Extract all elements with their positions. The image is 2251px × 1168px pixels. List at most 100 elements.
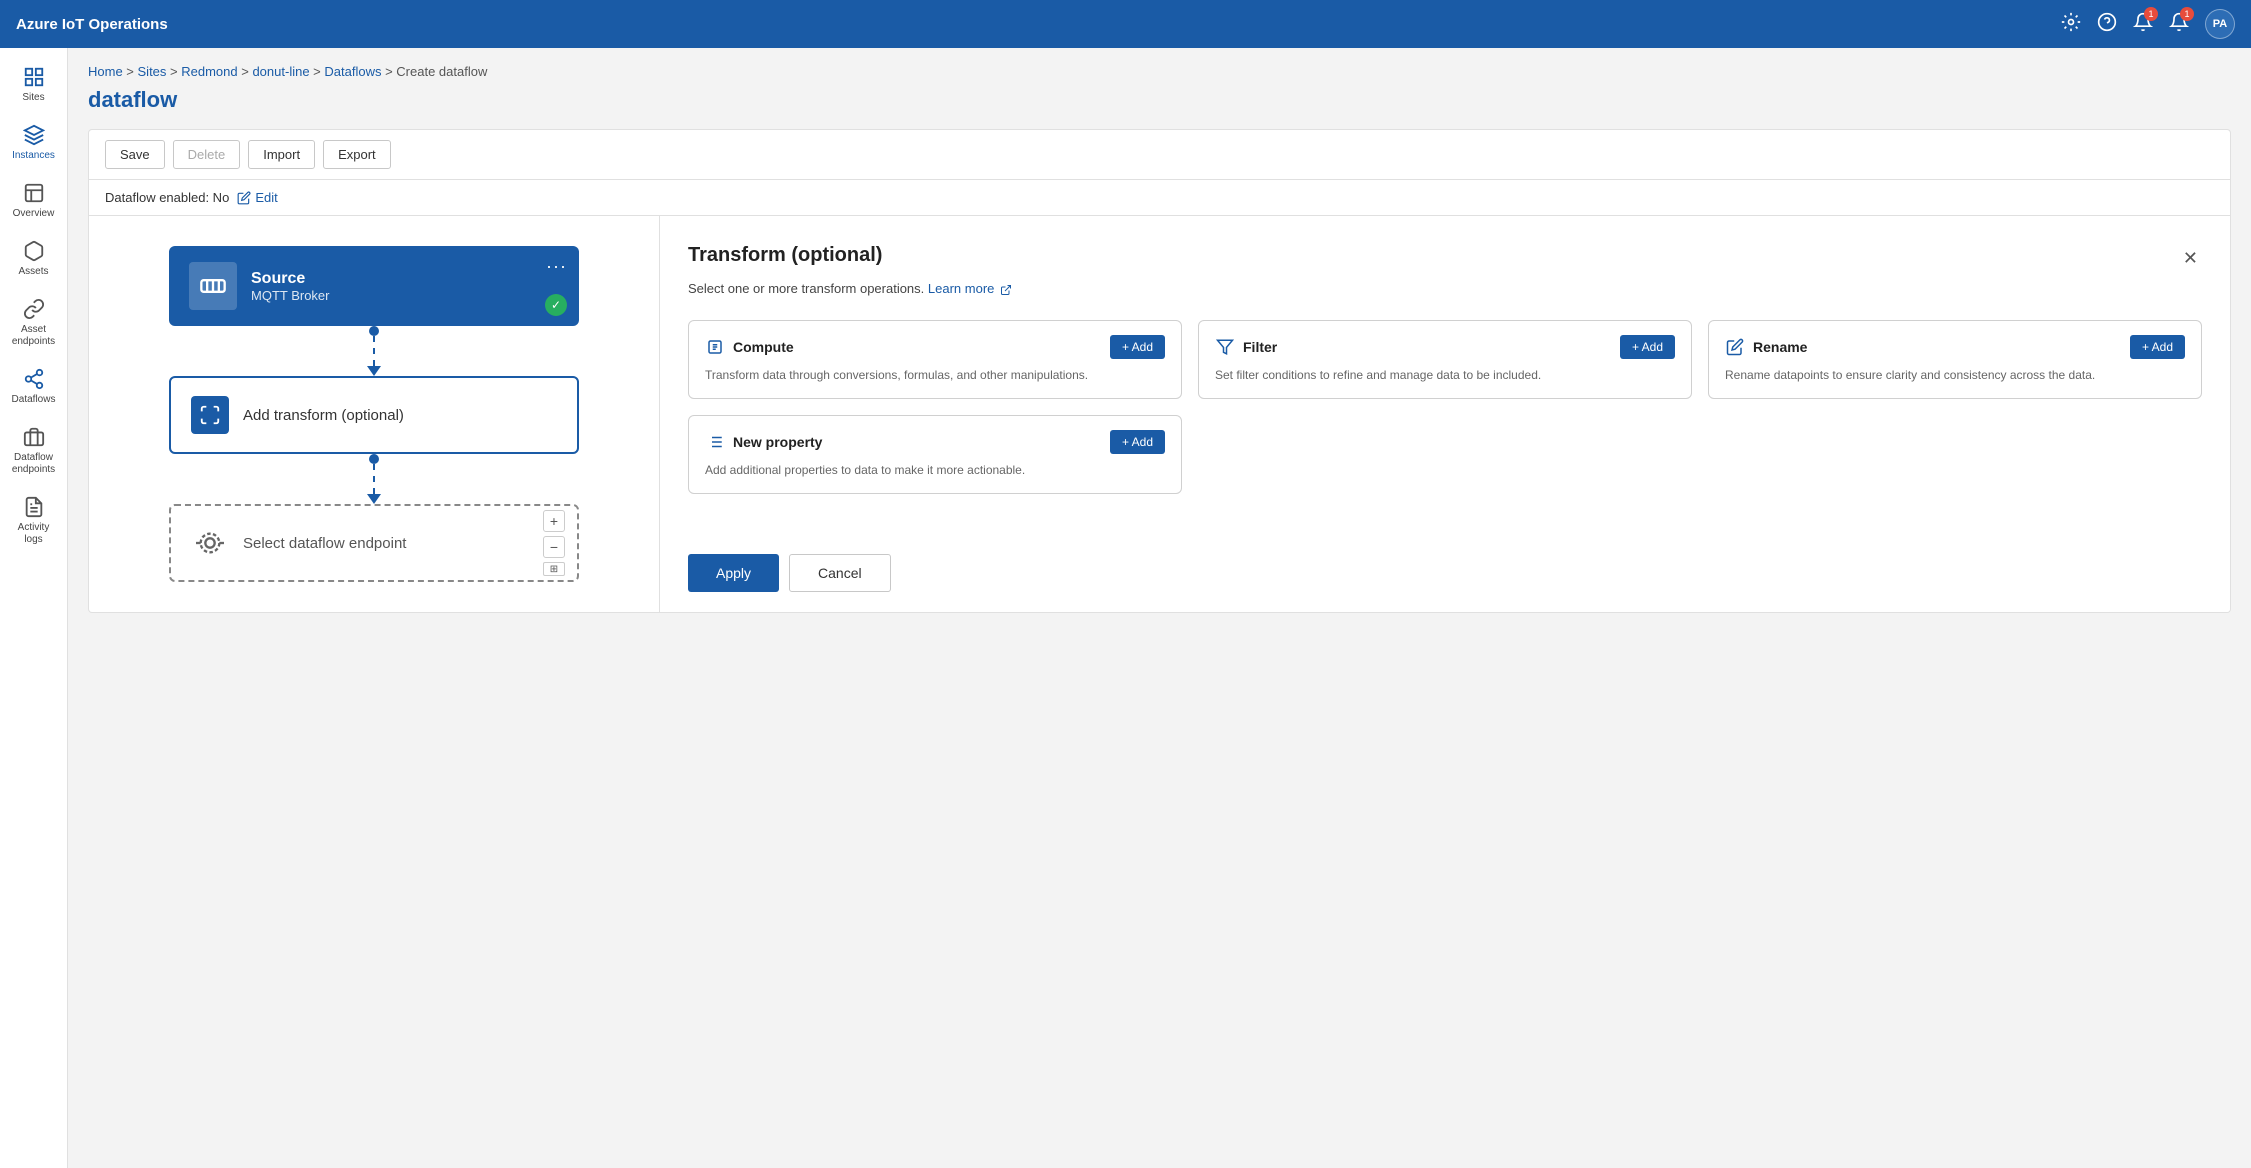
transform-node[interactable]: Add transform (optional)	[169, 376, 579, 454]
cancel-button[interactable]: Cancel	[789, 554, 891, 592]
save-button[interactable]: Save	[105, 140, 165, 169]
endpoint-icon	[23, 426, 45, 448]
sidebar-label-dataflows: Dataflows	[12, 394, 56, 406]
new-property-icon	[705, 432, 725, 452]
compute-add-button[interactable]: + Add	[1110, 335, 1165, 359]
rename-title-row: Rename	[1725, 337, 1807, 357]
sidebar-item-dataflows[interactable]: Dataflows	[4, 360, 64, 414]
flow-canvas: Source MQTT Broker ··· ✓	[89, 216, 659, 612]
panel-subtitle: Select one or more transform operations.…	[688, 281, 2202, 296]
dataflow-container: Dataflow enabled: No Edit	[88, 180, 2231, 613]
dataflow-workspace: Source MQTT Broker ··· ✓	[89, 216, 2230, 612]
source-node-menu[interactable]: ···	[546, 256, 567, 277]
fit-button[interactable]: ⊞	[543, 562, 565, 576]
source-node-inner: Source MQTT Broker ··· ✓	[169, 246, 579, 326]
endpoint-node-icon	[191, 524, 229, 562]
sidebar-item-dataflow-endpoints[interactable]: Dataflow endpoints	[4, 418, 64, 484]
toolbar: Save Delete Import Export	[88, 129, 2231, 180]
app-title: Azure IoT Operations	[16, 16, 2061, 33]
notification-icon[interactable]: 1	[2133, 12, 2153, 37]
source-node[interactable]: Source MQTT Broker ··· ✓	[169, 246, 579, 326]
new-property-card-header: New property + Add	[705, 430, 1165, 454]
connector-dot-2	[369, 454, 379, 464]
learn-more-link[interactable]: Learn more	[928, 281, 1012, 296]
page-content: Home > Sites > Redmond > donut-line > Da…	[68, 48, 2251, 1168]
sidebar-item-instances[interactable]: Instances	[4, 116, 64, 170]
endpoint-node-label: Select dataflow endpoint	[243, 535, 406, 552]
export-button[interactable]: Export	[323, 140, 391, 169]
source-node-info: Source MQTT Broker	[251, 270, 559, 303]
avatar[interactable]: PA	[2205, 9, 2235, 39]
breadcrumb-sites[interactable]: Sites	[138, 64, 167, 79]
delete-button[interactable]: Delete	[173, 140, 241, 169]
compute-card-header: Compute + Add	[705, 335, 1165, 359]
pencil-icon	[237, 191, 251, 205]
page-title: dataflow	[88, 87, 2231, 113]
compute-icon	[705, 337, 725, 357]
endpoint-node[interactable]: Select dataflow endpoint + − ⊞	[169, 504, 579, 582]
breadcrumb-home[interactable]: Home	[88, 64, 123, 79]
sidebar-item-assets[interactable]: Assets	[4, 232, 64, 286]
connector-line-1	[373, 336, 375, 366]
sidebar: Sites Instances Overview Assets Asset en…	[0, 48, 68, 1168]
source-node-check: ✓	[545, 294, 567, 316]
filter-desc: Set filter conditions to refine and mana…	[1215, 367, 1675, 384]
sidebar-item-activity-logs[interactable]: Activity logs	[4, 488, 64, 554]
panel-close-button[interactable]: ✕	[2179, 244, 2202, 273]
apply-button[interactable]: Apply	[688, 554, 779, 592]
endpoint-controls: + − ⊞	[543, 510, 565, 576]
transform-panel: Transform (optional) ✕ Select one or mor…	[659, 216, 2230, 612]
dataflow-status-bar: Dataflow enabled: No Edit	[89, 180, 2230, 216]
sidebar-item-asset-endpoints[interactable]: Asset endpoints	[4, 290, 64, 356]
flow-icon	[23, 368, 45, 390]
rename-title: Rename	[1753, 339, 1807, 355]
filter-add-button[interactable]: + Add	[1620, 335, 1675, 359]
breadcrumb: Home > Sites > Redmond > donut-line > Da…	[88, 64, 2231, 79]
edit-link[interactable]: Edit	[237, 190, 277, 205]
topbar: Azure IoT Operations 1 1 PA	[0, 0, 2251, 48]
import-button[interactable]: Import	[248, 140, 315, 169]
transform-node-inner: Add transform (optional)	[169, 376, 579, 454]
zoom-out-button[interactable]: −	[543, 536, 565, 558]
main-layout: Sites Instances Overview Assets Asset en…	[0, 48, 2251, 1168]
help-icon[interactable]	[2097, 12, 2117, 37]
connector-arrow-1	[367, 366, 381, 376]
panel-title: Transform (optional)	[688, 244, 882, 267]
sidebar-item-sites[interactable]: Sites	[4, 58, 64, 112]
sidebar-label-overview: Overview	[13, 208, 55, 220]
rename-svg	[1726, 338, 1744, 356]
compute-title: Compute	[733, 339, 794, 355]
box-icon	[23, 240, 45, 262]
breadcrumb-current: Create dataflow	[396, 64, 487, 79]
panel-header: Transform (optional) ✕	[688, 244, 2202, 273]
breadcrumb-donut-line[interactable]: donut-line	[252, 64, 309, 79]
new-property-add-button[interactable]: + Add	[1110, 430, 1165, 454]
sidebar-label-sites: Sites	[22, 92, 44, 104]
rename-desc: Rename datapoints to ensure clarity and …	[1725, 367, 2185, 384]
layers-icon	[23, 124, 45, 146]
dataflow-status-label: Dataflow enabled: No	[105, 190, 229, 205]
connector-2	[367, 454, 381, 504]
edit-label: Edit	[255, 190, 277, 205]
zoom-in-button[interactable]: +	[543, 510, 565, 532]
topbar-icons: 1 1 PA	[2061, 9, 2235, 39]
link-icon	[23, 298, 45, 320]
alert-icon[interactable]: 1	[2169, 12, 2189, 37]
new-property-title: New property	[733, 434, 822, 450]
sidebar-label-activity-logs: Activity logs	[8, 522, 60, 546]
settings-icon[interactable]	[2061, 12, 2081, 37]
rename-icon	[1725, 337, 1745, 357]
connector-line-2	[373, 464, 375, 494]
new-property-desc: Add additional properties to data to mak…	[705, 462, 1165, 479]
new-property-title-row: New property	[705, 432, 822, 452]
sidebar-label-dataflow-endpoints: Dataflow endpoints	[8, 452, 60, 476]
external-link-icon	[1000, 284, 1012, 296]
compute-card: Compute + Add Transform data through con…	[688, 320, 1182, 399]
chart-icon	[23, 182, 45, 204]
breadcrumb-redmond[interactable]: Redmond	[181, 64, 237, 79]
breadcrumb-dataflows[interactable]: Dataflows	[324, 64, 381, 79]
source-node-icon	[189, 262, 237, 310]
rename-add-button[interactable]: + Add	[2130, 335, 2185, 359]
sidebar-item-overview[interactable]: Overview	[4, 174, 64, 228]
transform-node-icon	[191, 396, 229, 434]
